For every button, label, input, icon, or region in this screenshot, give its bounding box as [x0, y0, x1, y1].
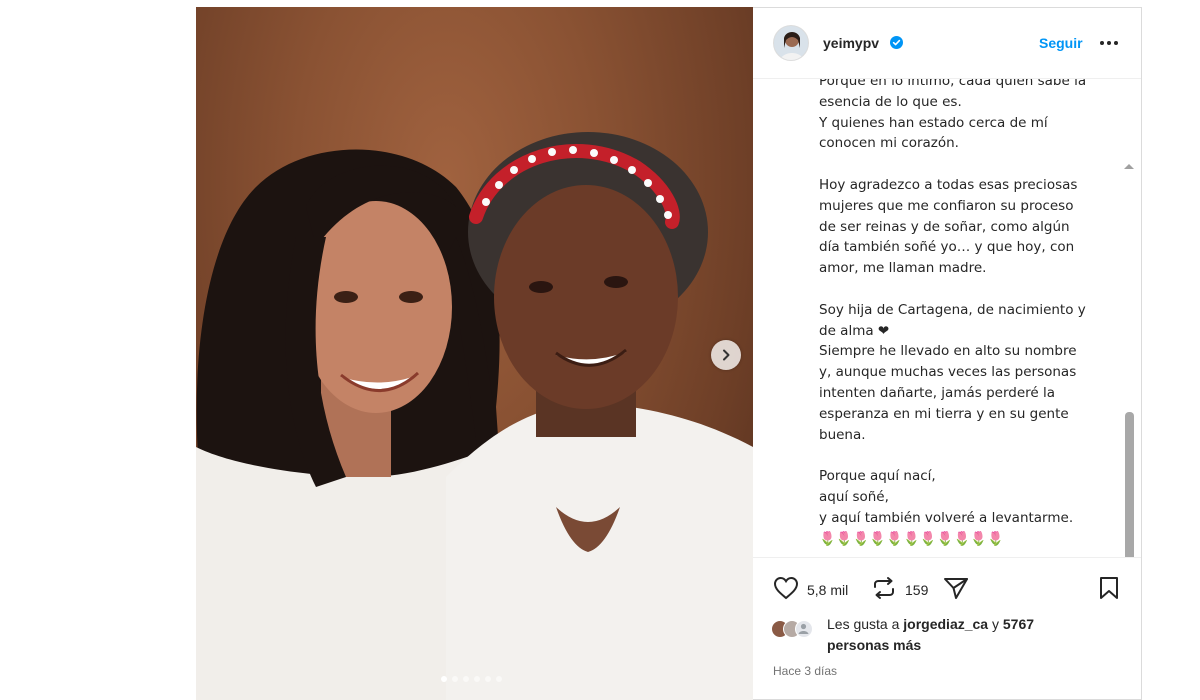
- more-horizontal-icon[interactable]: [1099, 34, 1119, 57]
- likes-text: Les gusta a jorgediaz_ca y 5767 personas…: [827, 614, 1087, 656]
- default-user-icon: [798, 623, 809, 634]
- liker-username-link[interactable]: jorgediaz_ca: [903, 616, 988, 632]
- action-bar: 5,8 mil 159: [753, 568, 1141, 608]
- like-count[interactable]: 5,8 mil: [807, 582, 848, 598]
- carousel-dot: [474, 676, 480, 682]
- carousel-dot: [463, 676, 469, 682]
- chevron-right-icon: [723, 349, 730, 361]
- photo-illustration: [196, 132, 753, 700]
- follow-button[interactable]: Seguir: [1039, 35, 1083, 51]
- post-timestamp[interactable]: Hace 3 días: [773, 664, 837, 678]
- caption-text: Porque en lo íntimo, cada quien sabe la …: [819, 79, 1087, 547]
- repost-count[interactable]: 159: [905, 582, 928, 598]
- likes-prefix: Les gusta a: [827, 616, 900, 632]
- carousel-dot: [452, 676, 458, 682]
- share-icon[interactable]: [943, 576, 969, 605]
- carousel-dot: [485, 676, 491, 682]
- likes-connector: y: [992, 616, 999, 632]
- others-count-link[interactable]: 5767: [1003, 616, 1034, 632]
- carousel-dot: [441, 676, 447, 682]
- liker-avatar[interactable]: [795, 620, 813, 638]
- verified-badge-icon: [890, 36, 903, 54]
- post-header: yeimypv Seguir: [753, 8, 1141, 79]
- others-suffix-link[interactable]: personas más: [827, 637, 921, 653]
- username-link[interactable]: yeimypv: [823, 35, 879, 51]
- carousel-indicator: [441, 676, 502, 682]
- caption-scroll-area[interactable]: Porque en lo íntimo, cada quien sabe la …: [753, 79, 1141, 558]
- bookmark-icon[interactable]: [1098, 576, 1120, 605]
- next-photo-button[interactable]: [711, 340, 741, 370]
- scroll-up-arrow-icon[interactable]: [1123, 157, 1135, 175]
- repost-icon[interactable]: [871, 576, 897, 605]
- post-details-panel: yeimypv Seguir Porque en lo íntimo, cada…: [753, 7, 1142, 700]
- heart-icon[interactable]: [773, 576, 799, 605]
- avatar[interactable]: [773, 25, 809, 61]
- post-image[interactable]: [196, 7, 753, 700]
- scrollbar-thumb[interactable]: [1125, 412, 1134, 557]
- carousel-dot: [496, 676, 502, 682]
- profile-photo: [774, 26, 808, 60]
